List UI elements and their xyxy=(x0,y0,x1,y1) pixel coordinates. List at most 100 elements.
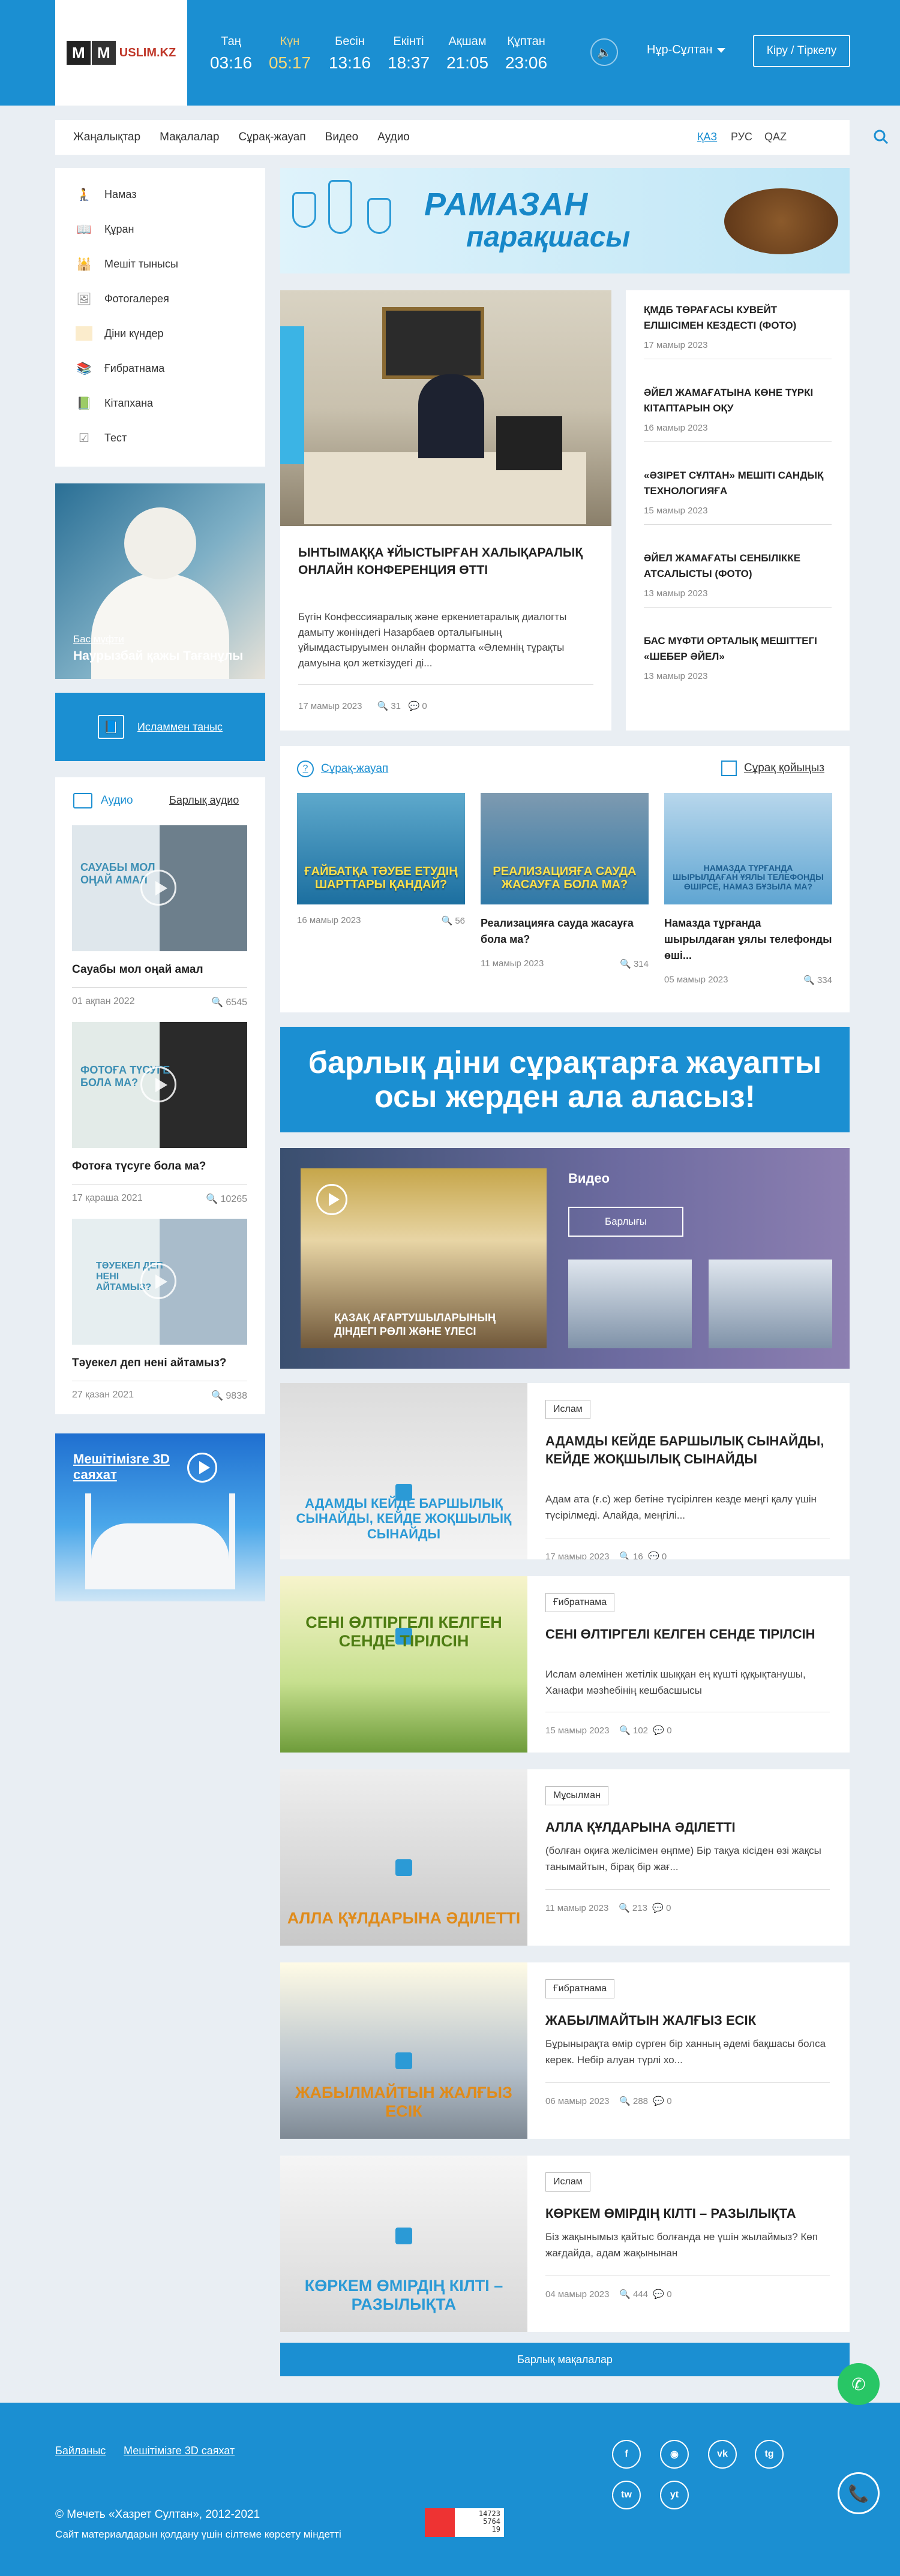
footer-contact-link[interactable]: Байланыс xyxy=(55,2445,106,2457)
main-video[interactable]: ҚАЗАҚ АҒАРТУШЫЛАРЫНЫҢ ДІНДЕГІ РӨЛІ ЖӘНЕ … xyxy=(301,1168,547,1348)
article-card[interactable]: КӨРКЕМ ӨМІРДІҢ КІЛТІ – РАЗЫЛЫҚТА Ислам К… xyxy=(280,2156,850,2332)
all-articles-button[interactable]: Барлық мақалалар xyxy=(280,2343,850,2376)
video-thumbnail[interactable] xyxy=(568,1260,692,1348)
3d-tour-card[interactable]: Мешітімізге 3D саяхат xyxy=(55,1433,265,1601)
audio-title[interactable]: Сауабы мол оңай амал xyxy=(72,963,247,976)
login-button[interactable]: Кіру / Тіркелу xyxy=(753,35,850,67)
audio-title[interactable]: Фотоға түсуге бола ма? xyxy=(72,1160,247,1173)
visitor-counter[interactable]: 14723 5764 19 xyxy=(425,2508,504,2537)
chevron-down-icon xyxy=(717,47,726,53)
nav-qa[interactable]: Сұрақ-жауап xyxy=(238,131,305,144)
qa-title[interactable]: Реализацияға сауда жасауға бола ма? xyxy=(481,915,649,948)
news-item[interactable]: БАС МҮФТИ ОРТАЛЫҚ МЕШІТТЕГІ «ШЕБЕР ӘЙЕЛ»… xyxy=(644,633,832,681)
logo-m-right: M xyxy=(91,41,116,65)
all-audio-link[interactable]: Барлық аудио xyxy=(169,794,239,807)
article-image: КӨРКЕМ ӨМІРДІҢ КІЛТІ – РАЗЫЛЫҚТА xyxy=(280,2156,527,2332)
qa-date: 05 мамыр 2023 xyxy=(664,975,728,985)
sidebar-item-namaz[interactable]: 🧎 Намаз xyxy=(76,182,137,206)
divider xyxy=(72,987,247,988)
category-badge[interactable]: Мұсылман xyxy=(545,1786,608,1805)
prayer-isha: Құптан 23:06 xyxy=(505,35,548,72)
ramadan-banner[interactable]: РАМАЗАН парақшасы xyxy=(280,168,850,273)
qa-date: 11 мамыр 2023 xyxy=(481,958,544,969)
qa-promo-banner[interactable]: барлық діни сұрақтарға жауапты осы жерде… xyxy=(280,1027,850,1132)
audio-item[interactable]: ТӘУЕКЕЛ ДЕП НЕНІ АЙТАМЫЗ? Тәуекел деп не… xyxy=(72,1219,247,1402)
telegram-icon[interactable]: tg xyxy=(755,2440,784,2469)
minaret xyxy=(85,1493,91,1589)
lang-rus[interactable]: РУС xyxy=(731,131,752,143)
featured-title[interactable]: ЫНТЫМАҚҚА ҰЙЫСТЫРҒАН ХАЛЫҚАРАЛЫҚ ОНЛАЙН … xyxy=(298,545,592,579)
article-card[interactable]: ЖАБЫЛМАЙТЫН ЖАЛҒЫЗ ЕСІК Ғибратнама ЖАБЫЛ… xyxy=(280,1962,850,2139)
site-logo[interactable]: M M USLIM.KZ xyxy=(55,0,187,106)
play-icon[interactable] xyxy=(187,1453,217,1483)
article-title[interactable]: ЖАБЫЛМАЙТЫН ЖАЛҒЫЗ ЕСІК xyxy=(545,2012,827,2030)
prayer-sunrise: Күн 05:17 xyxy=(268,35,311,72)
article-card[interactable]: СЕНІ ӨЛТІРГЕЛІ КЕЛГЕН СЕНДЕ ТІРІЛСІН Ғиб… xyxy=(280,1576,850,1753)
news-item[interactable]: ӘЙЕЛ ЖАМАҒАТЫ СЕНБІЛІККЕ АТСАЛЫСТЫ (ФОТО… xyxy=(644,551,832,608)
vk-icon[interactable]: vk xyxy=(708,2440,737,2469)
3d-tour-title[interactable]: Мешітімізге 3D саяхат xyxy=(73,1451,181,1483)
article-title[interactable]: СЕНІ ӨЛТІРГЕЛІ КЕЛГЕН СЕНДЕ ТІРІЛСІН xyxy=(545,1625,827,1643)
sidebar-item-test[interactable]: ☑ Тест xyxy=(76,426,127,450)
category-badge[interactable]: Ислам xyxy=(545,1400,590,1419)
qa-card[interactable]: РЕАЛИЗАЦИЯҒА САУДА ЖАСАУҒА БОЛА МА? Реал… xyxy=(481,793,649,969)
nav-articles[interactable]: Мақалалар xyxy=(160,131,219,144)
mufti-tag[interactable]: Бас мүфти xyxy=(73,633,124,645)
video-thumbnail[interactable] xyxy=(709,1260,832,1348)
search-icon[interactable] xyxy=(872,128,889,145)
article-meta: 06 мамыр 2023 🔍 288 💬 0 xyxy=(545,2096,672,2106)
mufti-card[interactable]: Бас мүфти Наурызбай қажы Тағанұлы xyxy=(55,483,265,679)
news-item[interactable]: «ӘЗІРЕТ СҰЛТАН» МЕШІТІ САНДЫҚ ТЕХНОЛОГИЯ… xyxy=(644,468,832,525)
audio-item[interactable]: САУАБЫ МОЛ ОҢАЙ АМАЛ Сауабы мол оңай ама… xyxy=(72,825,247,1008)
news-item[interactable]: ӘЙЕЛ ЖАМАҒАТЫНА КӨНЕ ТҮРКІ КІТАПТАРЫН ОҚ… xyxy=(644,385,832,442)
footer-3d-tour-link[interactable]: Мешітімізге 3D саяхат xyxy=(124,2445,235,2457)
qa-heading-link[interactable]: ? Сұрақ-жауап xyxy=(297,761,388,777)
article-image: ЖАБЫЛМАЙТЫН ЖАЛҒЫЗ ЕСІК xyxy=(280,1962,527,2139)
play-icon[interactable] xyxy=(140,1066,176,1102)
all-videos-button[interactable]: Барлығы xyxy=(568,1207,683,1237)
city-select[interactable]: Нұр-Сұлтан xyxy=(647,43,726,57)
sidebar-item-library[interactable]: 📗 Кітапхана xyxy=(76,391,154,415)
article-card[interactable]: АЛЛА ҚҰЛДАРЫНА ӘДІЛЕТТІ Мұсылман АЛЛА ҚҰ… xyxy=(280,1769,850,1946)
instagram-icon[interactable]: ◉ xyxy=(660,2440,689,2469)
play-icon[interactable] xyxy=(140,1263,176,1299)
call-button[interactable]: 📞 xyxy=(838,2472,880,2514)
audio-section: Аудио Барлық аудио САУАБЫ МОЛ ОҢАЙ АМАЛ … xyxy=(55,777,265,1414)
qa-card[interactable]: НАМАЗДА ТҮРҒАНДА ШЫРЫЛДАҒАН ҰЯЛЫ ТЕЛЕФОН… xyxy=(664,793,832,985)
sidebar-item-gibratnama[interactable]: 📚 Ғибратнама xyxy=(76,356,165,380)
whatsapp-button[interactable]: ✆ xyxy=(838,2363,880,2405)
qa-title[interactable]: Намазда тұрғанда шырылдаған ұялы телефон… xyxy=(664,915,832,964)
category-badge[interactable]: Ғибратнама xyxy=(545,1593,615,1612)
sidebar-item-quran[interactable]: 📖 Құран xyxy=(76,217,134,241)
sidebar-item-mosque-life[interactable]: 🕌 Мешіт тынысы xyxy=(76,252,178,276)
lang-kaz[interactable]: ҚАЗ xyxy=(697,131,717,143)
audio-item[interactable]: ФОТОҒА ТҮСУГЕ БОЛА МА? Фотоға түсуге бол… xyxy=(72,1022,247,1205)
qa-card[interactable]: ҒАЙБАТҚА ТӘУБЕ ЕТУДІҢ ШАРТТАРЫ ҚАНДАЙ? 1… xyxy=(297,793,465,926)
facebook-icon[interactable]: f xyxy=(612,2440,641,2469)
ask-question-link[interactable]: Сұрақ қойыңыз xyxy=(721,761,824,776)
article-image: СЕНІ ӨЛТІРГЕЛІ КЕЛГЕН СЕНДЕ ТІРІЛСІН xyxy=(280,1576,527,1753)
category-badge[interactable]: Ислам xyxy=(545,2172,590,2192)
article-title[interactable]: АДАМДЫ КЕЙДЕ БАРШЫЛЫҚ СЫНАЙДЫ, КЕЙДЕ ЖОҚ… xyxy=(545,1432,827,1468)
youtube-icon[interactable]: yt xyxy=(660,2481,689,2509)
category-badge[interactable]: Ғибратнама xyxy=(545,1979,615,1998)
featured-article[interactable]: ЫНТЫМАҚҚА ҰЙЫСТЫРҒАН ХАЛЫҚАРАЛЫҚ ОНЛАЙН … xyxy=(280,290,611,731)
islam-intro-button[interactable]: 📘 Исламмен таныс xyxy=(55,693,265,761)
lang-qaz[interactable]: QAZ xyxy=(764,131,787,143)
article-card[interactable]: АДАМДЫ КЕЙДЕ БАРШЫЛЫҚ СЫНАЙДЫ, КЕЙДЕ ЖОҚ… xyxy=(280,1383,850,1559)
prayer-dhuhr: Бесін 13:16 xyxy=(328,35,371,72)
news-item[interactable]: ҚМДБ ТӨРАҒАСЫ КУВЕЙТ ЕЛШІСІМЕН КЕЗДЕСТІ … xyxy=(644,302,832,359)
nav-news[interactable]: Жаңалықтар xyxy=(73,131,140,144)
audio-title[interactable]: Тәуекел деп нені айтамыз? xyxy=(72,1357,247,1370)
nav-video[interactable]: Видео xyxy=(325,131,359,144)
sound-toggle-icon[interactable]: 🔈 xyxy=(590,38,618,66)
article-title[interactable]: АЛЛА ҚҰЛДАРЫНА ӘДІЛЕТТІ xyxy=(545,1818,827,1836)
article-title[interactable]: КӨРКЕМ ӨМІРДІҢ КІЛТІ – РАЗЫЛЫҚТА xyxy=(545,2205,827,2223)
play-icon[interactable] xyxy=(140,870,176,906)
sidebar-item-gallery[interactable]: 🖼 Фотогалерея xyxy=(76,287,169,311)
logo-icon xyxy=(395,1859,412,1876)
nav-audio[interactable]: Аудио xyxy=(377,131,410,144)
twitter-icon[interactable]: tw xyxy=(612,2481,641,2509)
sidebar-item-religious-days[interactable]: Діни күндер xyxy=(76,321,164,345)
play-icon[interactable] xyxy=(316,1184,347,1215)
